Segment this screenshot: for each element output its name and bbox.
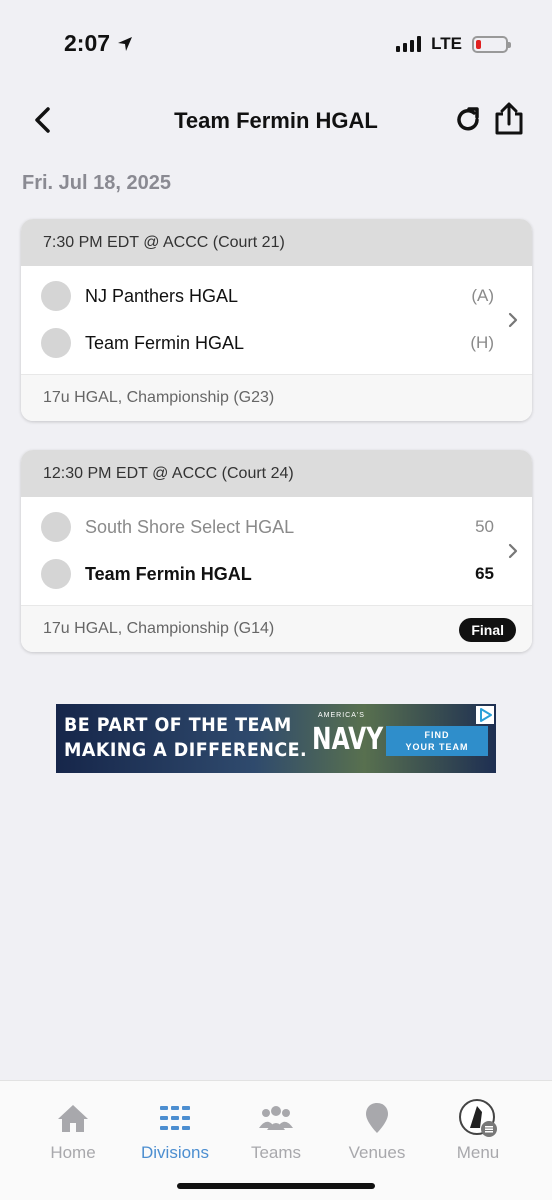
game-time-venue: 7:30 PM EDT @ ACCC (Court 21)	[21, 219, 532, 266]
tab-label: Home	[50, 1143, 96, 1162]
location-arrow-icon	[118, 36, 133, 51]
status-badge: Final	[459, 618, 516, 642]
tab-menu[interactable]: Menu	[433, 1099, 523, 1163]
division-text: 17u HGAL, Championship (G14)	[43, 620, 275, 637]
tab-home[interactable]: Home	[28, 1101, 118, 1163]
chevron-right-icon	[508, 312, 518, 328]
team-logo-placeholder	[41, 281, 71, 311]
game-time-venue: 12:30 PM EDT @ ACCC (Court 24)	[21, 450, 532, 497]
divisions-icon	[160, 1106, 190, 1130]
tab-label: Teams	[250, 1143, 302, 1162]
team-logo-placeholder	[41, 559, 71, 589]
tab-label: Menu	[456, 1143, 500, 1162]
losing-team-row: South Shore Select HGAL 50	[41, 512, 494, 542]
team-score: 50	[475, 517, 494, 536]
home-indicator	[177, 1183, 375, 1189]
home-icon	[58, 1105, 88, 1132]
nav-bar: Team Fermin HGAL	[0, 96, 552, 146]
time-text: 2:07	[64, 30, 111, 56]
tab-label: Venues	[348, 1143, 406, 1162]
tab-label: Divisions	[140, 1143, 210, 1162]
network-label: LTE	[431, 34, 462, 53]
battery-icon	[472, 35, 511, 53]
signal-icon	[396, 36, 422, 52]
team-name: Team Fermin HGAL	[85, 563, 252, 584]
refresh-icon[interactable]	[452, 104, 484, 136]
ad-banner[interactable]: BE PART OF THE TEAM MAKING A DIFFERENCE.…	[56, 704, 496, 773]
away-team-row: NJ Panthers HGAL (A)	[41, 281, 494, 311]
date-heading: Fri. Jul 18, 2025	[22, 172, 171, 194]
ad-cta-line2: YOUR TEAM	[405, 742, 469, 752]
ad-headline-1: BE PART OF THE TEAM	[64, 714, 292, 736]
tab-venues[interactable]: Venues	[332, 1101, 422, 1163]
division-label: 17u HGAL, Championship (G14) Final	[21, 605, 532, 652]
home-away-indicator: (A)	[471, 286, 494, 305]
team-logo-placeholder	[41, 328, 71, 358]
ad-brand-small: AMERICA'S	[318, 712, 365, 719]
team-name: South Shore Select HGAL	[85, 516, 295, 537]
chevron-right-icon	[508, 543, 518, 559]
teams-icon	[259, 1106, 293, 1130]
home-team-row: Team Fermin HGAL (H)	[41, 328, 494, 358]
status-indicators: LTE	[396, 34, 511, 54]
team-name: NJ Panthers HGAL	[85, 285, 239, 306]
game-matchup[interactable]: NJ Panthers HGAL (A) Team Fermin HGAL (H…	[21, 266, 532, 374]
tab-teams[interactable]: Teams	[231, 1101, 321, 1163]
menu-avatar-icon	[459, 1099, 497, 1137]
adchoices-icon[interactable]	[476, 706, 494, 724]
game-card[interactable]: 12:30 PM EDT @ ACCC (Court 24) South Sho…	[21, 450, 532, 652]
team-score: 65	[475, 564, 494, 583]
game-card[interactable]: 7:30 PM EDT @ ACCC (Court 21) NJ Panther…	[21, 219, 532, 421]
ad-cta-line1: FIND	[424, 730, 450, 740]
team-name: Team Fermin HGAL	[85, 332, 245, 353]
status-bar: 2:07 LTE	[0, 0, 552, 90]
division-label: 17u HGAL, Championship (G23)	[21, 374, 532, 421]
game-matchup[interactable]: South Shore Select HGAL 50 Team Fermin H…	[21, 497, 532, 605]
ad-brand: NAVY	[312, 722, 384, 757]
status-time: 2:07	[64, 30, 134, 57]
share-icon[interactable]	[492, 102, 526, 136]
home-away-indicator: (H)	[470, 333, 494, 352]
ad-cta-button[interactable]: FIND YOUR TEAM	[386, 726, 488, 756]
ad-headline-2: MAKING A DIFFERENCE.	[64, 739, 308, 761]
venues-icon	[366, 1103, 388, 1133]
division-text: 17u HGAL, Championship (G23)	[43, 389, 275, 406]
team-logo-placeholder	[41, 512, 71, 542]
tab-divisions[interactable]: Divisions	[130, 1101, 220, 1163]
winning-team-row: Team Fermin HGAL 65	[41, 559, 494, 589]
tab-bar: Home Divisions Teams Venues Menu	[0, 1080, 552, 1200]
